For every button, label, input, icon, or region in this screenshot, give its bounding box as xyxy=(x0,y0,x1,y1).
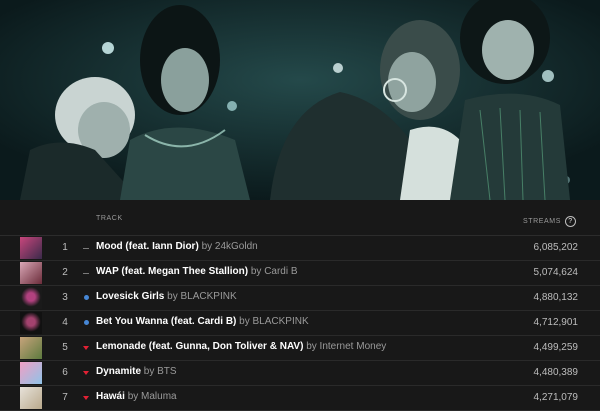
trend-down-icon xyxy=(83,371,89,375)
trend-down-icon xyxy=(83,396,89,400)
column-header-streams[interactable]: STREAMS ? xyxy=(523,216,576,227)
by-text: by xyxy=(306,341,317,352)
column-header-track[interactable]: TRACK xyxy=(96,215,123,222)
track-info: Bet You Wanna (feat. Cardi B) by BLACKPI… xyxy=(96,316,309,327)
stream-count: 5,074,624 xyxy=(533,267,579,278)
info-icon[interactable]: ? xyxy=(565,216,576,227)
trend-new-icon xyxy=(84,295,89,300)
album-art-thumbnail xyxy=(20,387,42,409)
banner-image xyxy=(0,0,600,200)
rank-number: 3 xyxy=(62,292,68,303)
artist-link[interactable]: BLACKPINK xyxy=(253,316,309,327)
track-title-link[interactable]: Bet You Wanna (feat. Cardi B) xyxy=(96,316,236,327)
album-art-thumbnail xyxy=(20,262,42,284)
track-title-link[interactable]: Lemonade (feat. Gunna, Don Toliver & NAV… xyxy=(96,341,303,352)
track-title-link[interactable]: Dynamite xyxy=(96,366,141,377)
trend-new-icon xyxy=(84,320,89,325)
rank-number: 2 xyxy=(62,267,68,278)
stream-count: 4,499,259 xyxy=(533,342,579,353)
table-header: TRACK STREAMS ? xyxy=(0,200,600,236)
stream-count: 4,712,901 xyxy=(533,317,579,328)
track-title-link[interactable]: WAP (feat. Megan Thee Stallion) xyxy=(96,266,248,277)
artist-link[interactable]: 24kGoldn xyxy=(215,241,258,252)
trend-flat-icon xyxy=(83,273,89,274)
track-info: Hawái by Maluma xyxy=(96,391,177,402)
trend-down-icon xyxy=(83,346,89,350)
by-text: by xyxy=(143,366,155,377)
trend-flat-icon xyxy=(83,248,89,249)
track-title-link[interactable]: Hawái xyxy=(96,391,125,402)
by-text: by xyxy=(127,391,139,402)
chart-table: TRACK STREAMS ? 1 Mood (feat. Iann Dior)… xyxy=(0,200,600,411)
artist-link[interactable]: BTS xyxy=(157,366,176,377)
stream-count: 4,271,079 xyxy=(533,392,579,403)
album-art-thumbnail xyxy=(20,237,42,259)
rank-number: 7 xyxy=(62,392,68,403)
rank-number: 1 xyxy=(62,242,68,253)
rank-number: 5 xyxy=(62,342,68,353)
track-list: 1 Mood (feat. Iann Dior) by 24kGoldn 6,0… xyxy=(0,236,600,411)
track-info: Lemonade (feat. Gunna, Don Toliver & NAV… xyxy=(96,341,386,352)
by-text: by xyxy=(201,241,213,252)
table-row[interactable]: 6 Dynamite by BTS 4,480,389 xyxy=(0,361,600,386)
table-row[interactable]: 1 Mood (feat. Iann Dior) by 24kGoldn 6,0… xyxy=(0,236,600,261)
table-row[interactable]: 5 Lemonade (feat. Gunna, Don Toliver & N… xyxy=(0,336,600,361)
artist-link[interactable]: BLACKPINK xyxy=(181,291,237,302)
track-info: WAP (feat. Megan Thee Stallion) by Cardi… xyxy=(96,266,298,277)
by-text: by xyxy=(167,291,178,302)
rank-number: 4 xyxy=(62,317,68,328)
table-row[interactable]: 3 Lovesick Girls by BLACKPINK 4,880,132 xyxy=(0,286,600,311)
by-text: by xyxy=(250,266,262,277)
album-art-thumbnail xyxy=(20,312,42,334)
album-art-thumbnail xyxy=(20,287,42,309)
artist-link[interactable]: Cardi B xyxy=(264,266,297,277)
table-row[interactable]: 4 Bet You Wanna (feat. Cardi B) by BLACK… xyxy=(0,311,600,336)
by-text: by xyxy=(239,316,250,327)
stream-count: 4,480,389 xyxy=(533,367,579,378)
streams-label: STREAMS xyxy=(522,218,561,225)
stream-count: 6,085,202 xyxy=(533,242,579,253)
track-info: Mood (feat. Iann Dior) by 24kGoldn xyxy=(96,241,258,252)
track-info: Dynamite by BTS xyxy=(96,366,177,377)
artist-link[interactable]: Internet Money xyxy=(320,341,387,352)
track-title-link[interactable]: Lovesick Girls xyxy=(96,291,164,302)
album-art-thumbnail xyxy=(20,362,42,384)
table-row[interactable]: 7 Hawái by Maluma 4,271,079 xyxy=(0,386,600,411)
rank-number: 6 xyxy=(62,367,68,378)
stream-count: 4,880,132 xyxy=(533,292,579,303)
artist-link[interactable]: Maluma xyxy=(141,391,177,402)
track-title-link[interactable]: Mood (feat. Iann Dior) xyxy=(96,241,199,252)
banner-photo xyxy=(0,0,600,200)
album-art-thumbnail xyxy=(20,337,42,359)
table-row[interactable]: 2 WAP (feat. Megan Thee Stallion) by Car… xyxy=(0,261,600,286)
track-info: Lovesick Girls by BLACKPINK xyxy=(96,291,237,302)
